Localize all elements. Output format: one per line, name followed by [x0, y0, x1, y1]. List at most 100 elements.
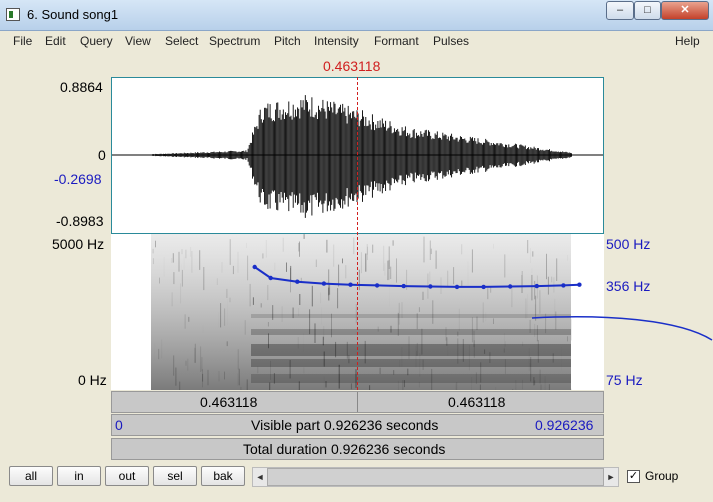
spectrogram-streak — [512, 389, 514, 390]
spectrogram-streak — [185, 360, 187, 366]
spectrogram-streak — [152, 258, 154, 265]
menu-query[interactable]: Query — [80, 34, 113, 48]
spectrogram-streak — [418, 307, 420, 312]
spectrogram-streak — [161, 339, 163, 359]
waveform-cursor-value-label: -0.2698 — [54, 171, 102, 187]
spectrogram-streak — [398, 302, 400, 325]
visible-start-label: 0 — [115, 417, 123, 433]
spectrogram-streak — [328, 269, 330, 296]
title-bar[interactable]: 6. Sound song1 – □ ✕ — [0, 0, 713, 31]
group-checkbox[interactable]: ✓ — [627, 470, 640, 483]
pitch-point — [428, 284, 433, 289]
spectrogram-streak — [493, 244, 494, 249]
spectrogram-streak — [257, 366, 259, 374]
spectrogram-harmonic-band — [251, 314, 571, 318]
spectrogram-streak — [476, 316, 478, 330]
visible-part-bar[interactable]: 0 Visible part 0.926236 seconds 0.926236 — [111, 414, 604, 436]
spectrogram-streak — [490, 287, 492, 293]
praat-window-icon — [6, 8, 20, 21]
spectrogram-streak — [393, 370, 395, 375]
spectrogram-streak — [184, 314, 186, 329]
menu-file[interactable]: File — [13, 34, 32, 48]
spectrogram-harmonic-band — [251, 329, 571, 335]
scroll-right-icon[interactable]: ► — [604, 468, 618, 486]
maximize-button[interactable]: □ — [634, 1, 661, 20]
menu-help[interactable]: Help — [675, 34, 700, 48]
zoom-all-button[interactable]: all — [9, 466, 53, 486]
menu-spectrum[interactable]: Spectrum — [209, 34, 260, 48]
spectrogram-streak — [366, 244, 368, 255]
spectrogram-streak — [269, 382, 271, 390]
spectrogram-streak — [521, 275, 523, 293]
spectrogram-streak — [453, 267, 455, 285]
spectrogram-streak — [435, 250, 437, 269]
spectrogram-streak — [246, 379, 248, 390]
cursor-line[interactable] — [357, 77, 358, 390]
scroll-thumb[interactable] — [267, 468, 604, 486]
spectrogram-streak — [267, 285, 269, 301]
spectrogram-streak — [423, 236, 425, 263]
spectrogram-streak — [387, 260, 389, 281]
spectrogram-streak — [329, 284, 331, 295]
spectrogram-streak — [511, 286, 513, 308]
spectrogram-streak — [369, 385, 371, 390]
pitch-point — [508, 284, 513, 289]
spectrogram-streak — [567, 255, 568, 261]
horizontal-scrollbar[interactable]: ◄ ► — [252, 467, 619, 487]
spectrogram-streak — [171, 292, 173, 307]
spectrogram-harmonic-band — [251, 344, 571, 356]
zoom-back-button[interactable]: bak — [201, 466, 245, 486]
spectrogram-streak — [531, 268, 532, 273]
pitch-bottom-label: 75 Hz — [606, 372, 643, 388]
menu-edit[interactable]: Edit — [45, 34, 66, 48]
menu-pulses[interactable]: Pulses — [433, 34, 469, 48]
spectrogram-streak — [179, 381, 181, 390]
minimize-button[interactable]: – — [606, 1, 634, 20]
zoom-out-button[interactable]: out — [105, 466, 149, 486]
time-bar[interactable]: 0.463118 0.463118 — [111, 391, 604, 413]
spectrogram-streak — [495, 387, 497, 390]
spectrogram-streak — [184, 257, 185, 270]
spectrogram-streak — [187, 358, 189, 371]
total-duration-label: Total duration 0.926236 seconds — [243, 441, 446, 457]
spectrogram-streak — [315, 259, 317, 267]
cursor-time-label: 0.463118 — [323, 58, 381, 74]
spectrogram-streak — [227, 299, 228, 325]
spectrogram-streak — [298, 242, 300, 252]
spectrogram-streak — [430, 248, 432, 255]
spectrogram-streak — [260, 303, 262, 308]
spectrogram-streak — [556, 258, 558, 281]
spectrogram-streak — [532, 251, 534, 257]
zoom-in-button[interactable]: in — [57, 466, 101, 486]
zoom-selection-button[interactable]: sel — [153, 466, 197, 486]
pitch-current-label: 356 Hz — [606, 278, 651, 294]
spectrogram-streak — [224, 371, 225, 380]
spectrogram-streak — [286, 262, 287, 272]
spectrogram-streak — [384, 263, 386, 276]
pitch-point — [321, 281, 327, 286]
waveform-samples — [147, 95, 577, 218]
group-label: Group — [645, 469, 679, 483]
spectrogram-streak — [220, 303, 222, 328]
total-duration-bar[interactable]: Total duration 0.926236 seconds — [111, 438, 604, 460]
spectrogram-streak — [229, 297, 231, 303]
spectrogram-streak — [534, 280, 536, 300]
spectrogram-streak — [342, 258, 343, 264]
bottom-toolbar: all in out sel bak ◄ ► — [0, 462, 713, 494]
spectrogram-streak — [333, 244, 335, 267]
close-button[interactable]: ✕ — [661, 1, 709, 20]
spectrogram-streak — [353, 237, 355, 255]
spectrogram-streak — [155, 240, 156, 248]
spectrogram-streak — [390, 266, 392, 279]
menu-view[interactable]: View — [125, 34, 151, 48]
spectrogram-streak — [154, 344, 155, 361]
scroll-left-icon[interactable]: ◄ — [253, 468, 267, 486]
waveform-min-label: -0.8983 — [56, 213, 104, 229]
pitch-point — [401, 283, 406, 289]
spectrogram-streak — [274, 262, 276, 271]
menu-pitch[interactable]: Pitch — [274, 34, 301, 48]
spectrogram-streak — [191, 251, 193, 273]
menu-formant[interactable]: Formant — [374, 34, 419, 48]
menu-intensity[interactable]: Intensity — [314, 34, 359, 48]
menu-select[interactable]: Select — [165, 34, 198, 48]
